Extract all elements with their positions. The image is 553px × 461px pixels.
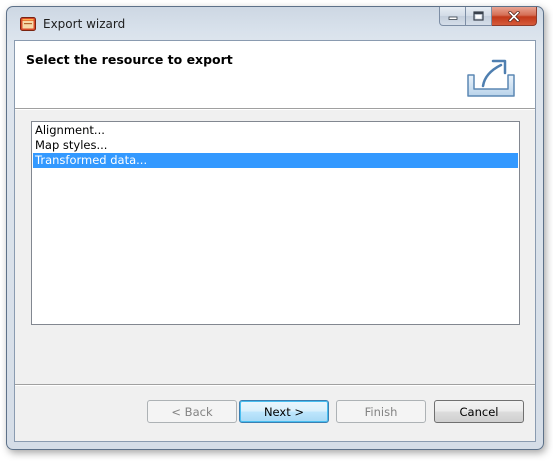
- wizard-app-icon: [20, 17, 36, 31]
- next-button[interactable]: Next >: [239, 400, 329, 423]
- window-title: Export wizard: [43, 17, 126, 31]
- title-bar[interactable]: Export wizard: [7, 7, 543, 40]
- finish-button[interactable]: Finish: [336, 400, 426, 423]
- list-item-label: Transformed data...: [35, 153, 148, 167]
- cancel-button[interactable]: Cancel: [434, 400, 524, 423]
- back-button[interactable]: < Back: [147, 400, 237, 423]
- maximize-icon: [473, 11, 484, 21]
- minimize-button[interactable]: [439, 7, 466, 26]
- resource-list[interactable]: Alignment... Map styles... Transformed d…: [31, 121, 520, 325]
- caption-buttons: [439, 7, 537, 27]
- button-bar-separator: [15, 384, 535, 386]
- close-button[interactable]: [492, 7, 537, 26]
- list-item-transformed-data[interactable]: Transformed data...: [33, 153, 518, 168]
- wizard-header: Select the resource to export: [15, 41, 535, 109]
- header-divider: [15, 109, 535, 110]
- list-item-label: Map styles...: [35, 138, 108, 152]
- list-item-map-styles[interactable]: Map styles...: [33, 138, 518, 153]
- close-icon: [508, 10, 520, 22]
- minimize-icon: [448, 16, 457, 20]
- export-icon: [467, 59, 515, 97]
- list-item-label: Alignment...: [35, 123, 105, 137]
- page-title: Select the resource to export: [26, 52, 233, 67]
- export-wizard-window: Export wizard Select the resource to exp…: [6, 6, 544, 450]
- wizard-client-area: Select the resource to export Alignment.…: [14, 40, 536, 442]
- maximize-button[interactable]: [466, 7, 492, 26]
- list-item-alignment[interactable]: Alignment...: [33, 123, 518, 138]
